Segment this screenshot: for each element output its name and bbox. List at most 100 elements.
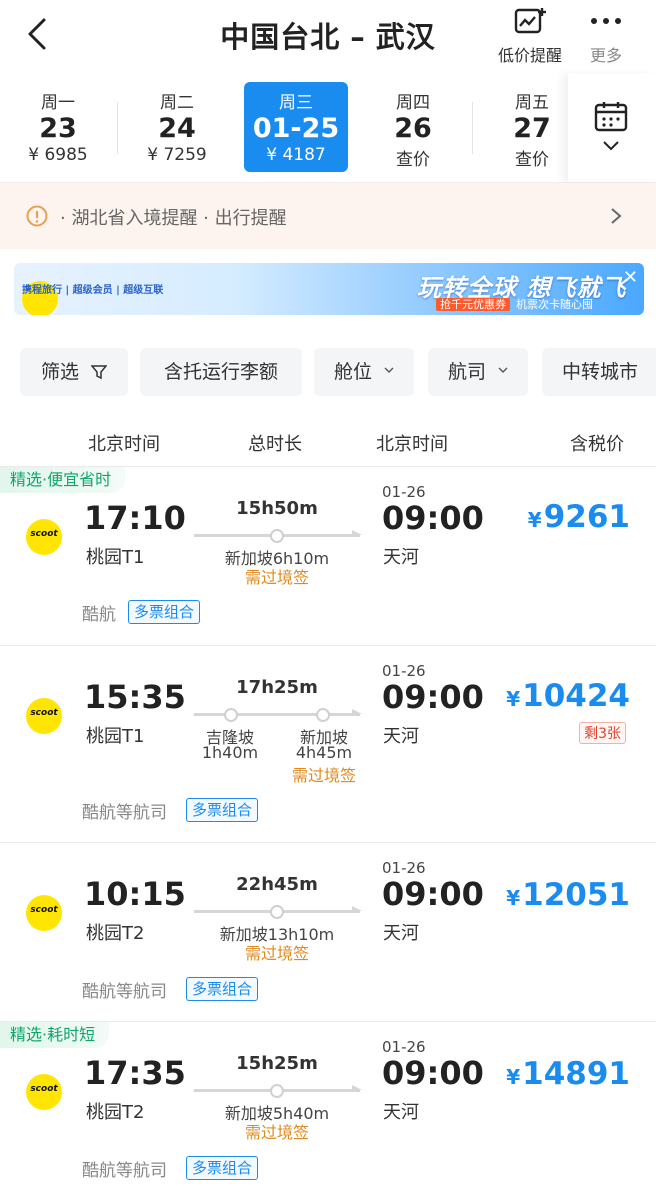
origin-city: 中国台北: [220, 20, 341, 54]
more-dots-icon: [591, 18, 621, 24]
flight-duration: 15h25m: [236, 1053, 318, 1074]
flight-card[interactable]: scoot 15:35 桃园T1 17h25m 吉隆坡 1h40m 新加坡 4h…: [0, 646, 656, 842]
chevron-down-icon: [498, 367, 508, 373]
date-item[interactable]: 周四 26 查价: [361, 82, 465, 172]
stop-dot: [316, 708, 330, 722]
divider: [117, 102, 118, 154]
flight-price: ¥10424: [506, 678, 630, 714]
date-day: 24: [158, 113, 196, 144]
departure-airport: 桃园T1: [86, 547, 145, 568]
price-value: 12051: [522, 877, 630, 913]
scoot-logo-icon: scoot: [26, 895, 62, 931]
stop-time: 4h45m: [295, 743, 353, 762]
departure-time: 15:35: [84, 678, 186, 716]
currency-symbol: ¥: [527, 508, 542, 532]
date-weekday: 周四: [396, 93, 430, 113]
banner-coupon: 抢千元优惠券: [436, 298, 510, 311]
visa-notice: 需过境签: [244, 1123, 309, 1142]
date-price: ¥ 4187: [266, 145, 326, 165]
price-value: 10424: [522, 678, 630, 714]
stop-dot: [224, 708, 238, 722]
cabin-filter-chip[interactable]: 舱位: [314, 348, 414, 396]
info-icon: [26, 205, 48, 227]
flight-price: ¥14891: [506, 1056, 630, 1092]
multi-ticket-tag: 多票组合: [128, 600, 201, 624]
departure-time: 17:35: [84, 1054, 186, 1092]
filter-button[interactable]: 筛选: [20, 348, 128, 396]
flight-duration: 17h25m: [236, 677, 318, 698]
flight-card[interactable]: 精选·耗时短 scoot 17:35 桃园T2 15h25m 新加坡5h40m …: [0, 1022, 656, 1197]
calendar-button[interactable]: [568, 74, 656, 182]
departure-airport: 桃园T2: [86, 923, 145, 944]
banner-sub: 机票次卡随心囤: [516, 298, 593, 311]
destination-city: 武汉: [375, 20, 436, 54]
transfer-label: 中转城市: [562, 361, 639, 383]
date-selector: 周一 23 ¥ 6985 周二 24 ¥ 7259 周三 01-25 ¥ 418…: [0, 72, 656, 183]
flight-badge: 精选·便宜省时: [0, 467, 126, 493]
banner-logo: 携程旅行 | 超级会员 | 超级互联: [22, 281, 163, 315]
currency-symbol: ¥: [506, 1065, 521, 1089]
flight-card[interactable]: scoot 10:15 桃园T2 22h45m 新加坡13h10m 需过境签 0…: [0, 843, 656, 1021]
cabin-label: 舱位: [333, 361, 372, 383]
date-weekday: 周一: [41, 93, 75, 113]
arrival-airport: 天河: [383, 547, 419, 568]
departure-time: 17:10: [84, 499, 186, 537]
chevron-right-icon: [611, 208, 622, 224]
multi-ticket-tag: 多票组合: [186, 977, 259, 1001]
currency-symbol: ¥: [506, 886, 521, 910]
route-line: [194, 709, 362, 716]
filter-label: 筛选: [40, 361, 79, 383]
arrival-airport: 天河: [383, 923, 419, 944]
low-price-alert-button[interactable]: 低价提醒: [498, 6, 562, 66]
arrival-time: 09:00: [382, 875, 484, 913]
date-day: 23: [39, 113, 77, 144]
baggage-label: 含托运行李额: [163, 361, 278, 383]
promo-banner[interactable]: 携程旅行 | 超级会员 | 超级互联 玩转全球 想飞就飞 抢千元优惠券 机票次卡随…: [14, 263, 644, 315]
airline-filter-chip[interactable]: 航司: [428, 348, 528, 396]
date-item[interactable]: 周一 23 ¥ 6985: [6, 82, 110, 172]
departure-time: 10:15: [84, 875, 186, 913]
visa-notice: 需过境签: [244, 568, 309, 587]
airline-name: 酷航: [82, 605, 116, 625]
chart-plus-icon: [514, 8, 546, 34]
column-departure: 北京时间: [88, 434, 160, 455]
baggage-filter-chip[interactable]: 含托运行李额: [140, 348, 302, 396]
stop-dot: [270, 905, 284, 919]
banner-subline: 抢千元优惠券 机票次卡随心囤: [436, 296, 593, 312]
date-weekday: 周三: [279, 93, 313, 113]
arrival-time: 09:00: [382, 499, 484, 537]
transfer-city-filter-chip[interactable]: 中转城市: [542, 348, 656, 396]
flight-duration: 22h45m: [236, 874, 318, 895]
column-duration: 总时长: [248, 434, 302, 455]
date-price: ¥ 7259: [147, 145, 207, 165]
route-separator: –: [350, 20, 366, 54]
airline-name: 酷航等航司: [82, 982, 167, 1002]
flight-card[interactable]: 精选·便宜省时 scoot 17:10 桃园T1 15h50m 新加坡6h10m…: [0, 467, 656, 645]
calendar-icon: [594, 102, 628, 132]
date-item-selected[interactable]: 周三 01-25 ¥ 4187: [244, 82, 348, 172]
stop-dot: [270, 529, 284, 543]
divider: [472, 102, 473, 154]
date-item[interactable]: 周二 24 ¥ 7259: [125, 82, 229, 172]
travel-notice-bar[interactable]: · 湖北省入境提醒 · 出行提醒: [0, 183, 656, 249]
currency-symbol: ¥: [506, 687, 521, 711]
price-value: 9261: [543, 499, 630, 535]
close-icon[interactable]: ✕: [623, 267, 638, 288]
date-price: ¥ 6985: [28, 145, 88, 165]
flight-duration: 15h50m: [236, 498, 318, 519]
stop-dot: [270, 1084, 284, 1098]
date-price: 查价: [396, 150, 430, 170]
arrival-time: 09:00: [382, 1054, 484, 1092]
stop-time: 1h40m: [201, 743, 259, 762]
more-button[interactable]: 更多: [588, 6, 624, 66]
seats-left-badge: 剩3张: [579, 722, 626, 744]
low-price-alert-label: 低价提醒: [498, 46, 563, 65]
visa-notice: 需过境签: [244, 944, 309, 963]
top-bar: 中国台北 – 武汉 低价提醒 更多: [0, 0, 656, 72]
airline-name: 酷航等航司: [82, 803, 167, 823]
arrival-airport: 天河: [383, 1102, 419, 1123]
filter-bar: 筛选 含托运行李额 舱位 航司 中转城市: [0, 330, 656, 418]
flight-badge: 精选·耗时短: [0, 1022, 110, 1048]
airline-label: 航司: [447, 361, 486, 383]
flight-price: ¥12051: [506, 877, 630, 913]
